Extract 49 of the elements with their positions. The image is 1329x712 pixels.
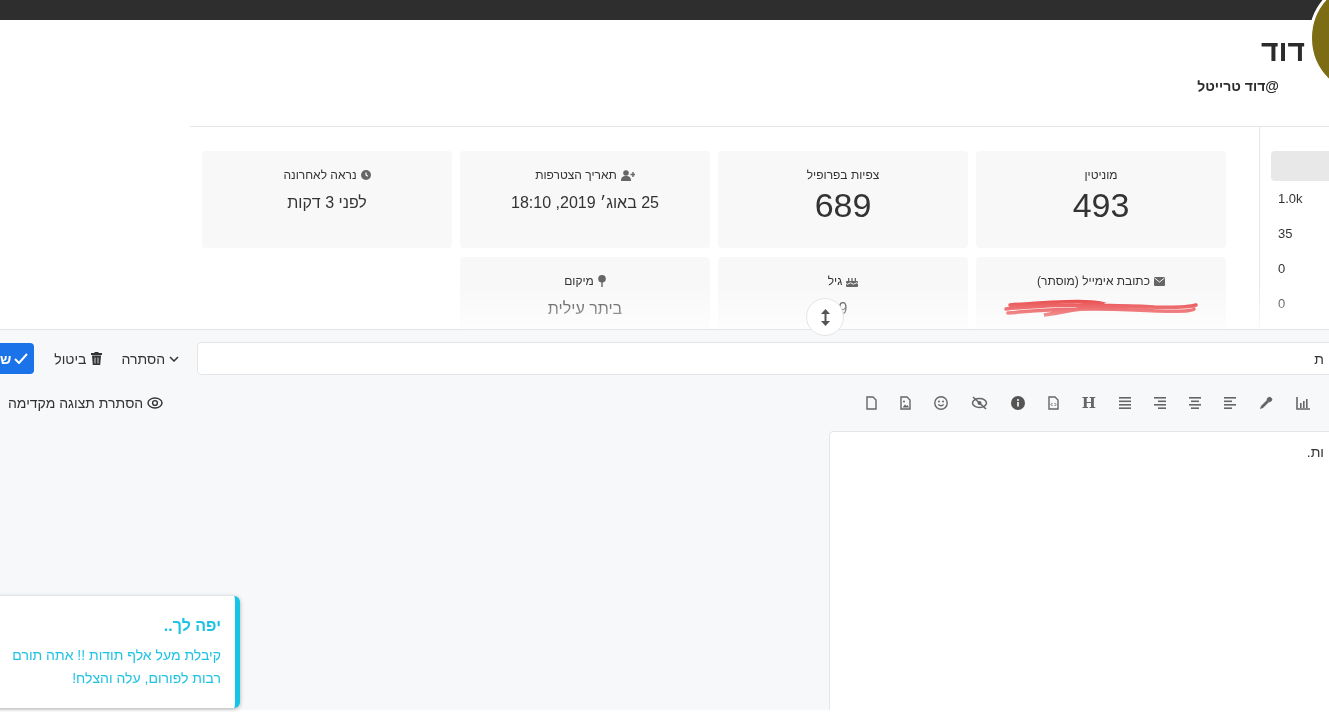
stat-label: מיקום	[564, 274, 594, 288]
align-left-icon[interactable]	[1224, 397, 1236, 409]
eye-slash-icon[interactable]	[970, 396, 988, 410]
hide-dropdown-button[interactable]: הסתרה	[121, 344, 180, 373]
file-icon[interactable]	[865, 396, 877, 410]
stat-label: גיל	[827, 274, 843, 288]
info-icon[interactable]	[1010, 396, 1025, 410]
cake-icon	[846, 275, 859, 287]
chart-icon[interactable]	[1296, 396, 1310, 410]
align-right-icon[interactable]	[1154, 397, 1166, 409]
stat-label: נראה לאחרונה	[283, 168, 357, 182]
map-pin-icon	[597, 275, 606, 287]
side-count: 0	[1277, 260, 1287, 278]
smile-icon[interactable]	[933, 396, 948, 410]
check-icon	[14, 353, 29, 364]
submit-button[interactable]: ש	[0, 343, 35, 374]
stat-label: כתובת אימייל (מוסתר)	[1037, 274, 1150, 288]
editor-area[interactable]: ות.	[829, 431, 1329, 710]
stat-value: 689	[814, 185, 872, 225]
preview-toggle[interactable]: הסתרת תצוגה מקדימה	[8, 389, 164, 417]
align-center-icon[interactable]	[1189, 397, 1201, 409]
vertical-arrows-icon	[820, 308, 830, 326]
toast-message: קיבלת מעל אלף תודות !! אתה תורם רבות לפורום, עלה והצלח!	[11, 646, 221, 688]
toast-title: יפה לך..	[162, 616, 221, 636]
cancel-button[interactable]: ביטול	[54, 344, 102, 373]
title-field[interactable]: ת	[197, 342, 1329, 375]
justify-icon[interactable]	[1119, 397, 1131, 409]
eye-icon	[147, 397, 164, 409]
stat-value: 25 באוג׳ 2019, 18:10	[511, 193, 659, 213]
stat-value: לפני 3 דקות	[287, 193, 367, 213]
trash-icon	[90, 352, 102, 365]
file-image-icon[interactable]	[899, 396, 911, 410]
stat-value: ביתר עילית	[547, 299, 623, 319]
chevron-down-icon	[169, 355, 180, 362]
stat-label: צפיות בפרופיל	[806, 168, 880, 182]
envelope-icon	[1153, 276, 1165, 286]
side-count: 35	[1277, 225, 1294, 243]
clock-icon	[360, 170, 371, 180]
profile-handle: @דוד טרייטל	[1197, 77, 1279, 96]
user-plus-icon	[620, 169, 635, 181]
stat-value: 493	[1072, 185, 1130, 225]
side-count: 1.0k	[1277, 190, 1304, 208]
eyedropper-icon[interactable]	[1259, 396, 1273, 410]
stat-label: מוניטין	[1084, 168, 1118, 182]
profile-name: דוד	[1261, 33, 1305, 69]
heading-button[interactable]: H	[1081, 395, 1096, 411]
side-count: 0	[1277, 295, 1287, 313]
stat-label: תאריך הצטרפות	[535, 168, 617, 182]
file-code-icon[interactable]	[1047, 396, 1059, 410]
